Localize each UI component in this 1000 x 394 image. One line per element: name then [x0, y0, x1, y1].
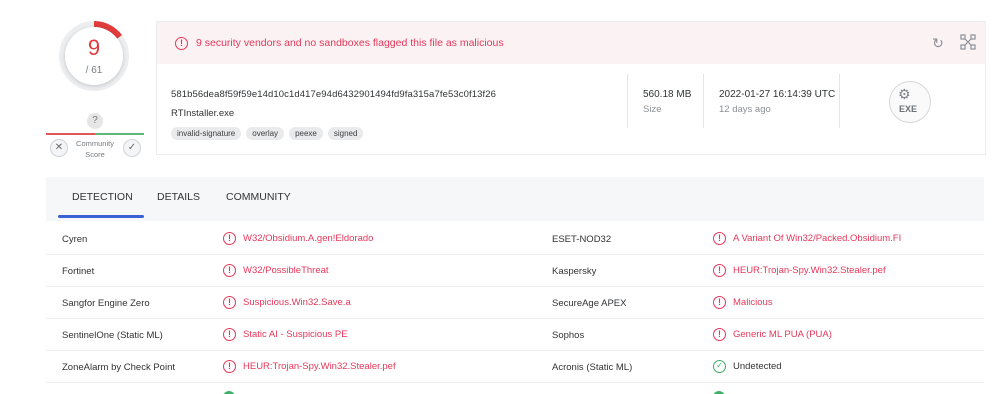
vendor-name: Acronis (Static ML)	[552, 362, 633, 373]
divider	[703, 74, 704, 128]
divider	[839, 74, 840, 128]
tab-details[interactable]: DETAILS	[157, 191, 200, 203]
detection-result: ! Static AI - Suspicious PE	[223, 328, 348, 341]
analysis-date-value: 2022-01-27 16:14:39 UTC	[719, 89, 836, 100]
similar-files-button[interactable]	[959, 34, 977, 52]
alert-circle-icon: !	[223, 264, 236, 277]
detection-label: Malicious	[733, 297, 773, 308]
vendor-name: Sangfor Engine Zero	[62, 298, 150, 309]
vendor-name: Sophos	[552, 330, 585, 341]
alert-circle-icon: !	[223, 328, 236, 341]
detection-label: Suspicious.Win32.Save.a	[243, 297, 351, 308]
alert-circle-icon: !	[223, 360, 236, 373]
table-row: Cyren! W32/Obsidium.A.gen!Eldorado ESET-NO…	[46, 223, 984, 255]
detection-result: ! HEUR:Trojan-Spy.Win32.Stealer.pef	[223, 360, 396, 373]
gears-icon: ⚙	[898, 86, 911, 102]
check-icon: ✓	[127, 142, 137, 153]
vote-malicious-button[interactable]: ✕	[50, 139, 68, 157]
alert-circle-icon: !	[223, 296, 236, 309]
vendor-name: SecureAge APEX	[552, 298, 627, 309]
vendor-name: SentinelOne (Static ML)	[62, 330, 163, 341]
active-tab-indicator	[58, 215, 144, 218]
alert-circle-icon: !	[713, 328, 726, 341]
vendor-name: Kaspersky	[552, 266, 597, 277]
reanalyze-button[interactable]: ↻	[929, 34, 947, 52]
file-tag[interactable]: signed	[327, 127, 364, 140]
detection-score-gauge: 9 / 61	[58, 20, 130, 92]
check-circle-icon: ✓	[713, 360, 726, 373]
divider	[627, 74, 628, 128]
file-size-label: Size	[643, 104, 662, 115]
detection-result: ! A Variant Of Win32/Packed.Obsidium.FI	[713, 232, 901, 245]
alert-circle-icon: !	[713, 264, 726, 277]
detection-table: Cyren! W32/Obsidium.A.gen!Eldorado ESET-NO…	[46, 223, 984, 383]
file-summary-card: ! 9 security vendors and no sandboxes fl…	[156, 21, 986, 155]
detection-result: ✓ Undetected	[713, 360, 782, 373]
file-name: RTInstaller.exe	[171, 108, 235, 119]
file-tag[interactable]: invalid-signature	[171, 127, 242, 140]
table-row: ZoneAlarm by Check Point! HEUR:Trojan-Spy…	[46, 351, 984, 383]
analysis-date-relative: 12 days ago	[719, 104, 771, 115]
vendor-name: Cyren	[62, 234, 88, 245]
detection-label: HEUR:Trojan-Spy.Win32.Stealer.pef	[243, 361, 396, 372]
vendor-name: Fortinet	[62, 266, 95, 277]
community-negative-bar	[46, 133, 95, 135]
community-positive-bar	[95, 133, 144, 135]
file-info: 581b56dea8f59f59e14d10c1d417e94d64329014…	[157, 64, 985, 154]
tab-detection[interactable]: DETECTION	[72, 191, 133, 203]
alert-message: 9 security vendors and no sandboxes flag…	[196, 37, 504, 49]
detection-label: A Variant Of Win32/Packed.Obsidium.FI	[733, 233, 902, 244]
close-icon: ✕	[54, 142, 64, 153]
vendor-name: ESET-NOD32	[552, 234, 612, 245]
malicious-alert-bar: ! 9 security vendors and no sandboxes fl…	[157, 22, 985, 64]
detection-result: ! W32/PossibleThreat	[223, 264, 329, 277]
file-type-icon: ⚙ EXE	[889, 81, 931, 123]
detection-label: Undetected	[733, 361, 782, 372]
detection-result: ! Malicious	[713, 296, 773, 309]
detection-count: 9	[87, 34, 101, 60]
detection-result: ! Suspicious.Win32.Save.a	[223, 296, 351, 309]
detection-label: Static AI - Suspicious PE	[243, 329, 348, 340]
vendor-name: ZoneAlarm by Check Point	[62, 362, 175, 373]
file-tag[interactable]: peexe	[289, 127, 323, 140]
table-row: Fortinet! W32/PossibleThreat Kaspersky! HEU…	[46, 255, 984, 287]
vote-harmless-button[interactable]: ✓	[123, 139, 141, 157]
community-unknown-badge: ?	[87, 113, 103, 129]
refresh-icon: ↻	[932, 35, 944, 51]
alert-circle-icon: !	[713, 296, 726, 309]
detection-result: ! HEUR:Trojan-Spy.Win32.Stealer.pef	[713, 264, 886, 277]
community-score-bar	[46, 133, 144, 135]
community-score-label: Community Score	[76, 139, 114, 159]
file-hash[interactable]: 581b56dea8f59f59e14d10c1d417e94d64329014…	[171, 89, 496, 100]
alert-circle-icon: !	[713, 232, 726, 245]
table-row: SentinelOne (Static ML)! Static AI - Susp…	[46, 319, 984, 351]
detection-label: W32/PossibleThreat	[243, 265, 329, 276]
alert-circle-icon: !	[175, 36, 188, 50]
detection-label: HEUR:Trojan-Spy.Win32.Stealer.pef	[733, 265, 886, 276]
detection-result: ! Generic ML PUA (PUA)	[713, 328, 832, 341]
tab-community[interactable]: COMMUNITY	[226, 191, 291, 203]
engine-total: / 61	[85, 64, 103, 76]
report-tabs: DETECTION DETAILS COMMUNITY	[46, 177, 984, 221]
file-tags: invalid-signature overlay peexe signed	[171, 127, 364, 140]
detection-label: W32/Obsidium.A.gen!Eldorado	[243, 233, 374, 244]
graph-expand-icon	[960, 34, 976, 50]
file-size-value: 560.18 MB	[643, 89, 692, 100]
detection-label: Generic ML PUA (PUA)	[733, 329, 832, 340]
table-row: Sangfor Engine Zero! Suspicious.Win32.Sav…	[46, 287, 984, 319]
file-type-label: EXE	[899, 104, 918, 114]
detection-result: ! W32/Obsidium.A.gen!Eldorado	[223, 232, 373, 245]
alert-circle-icon: !	[223, 232, 236, 245]
gauge-center: 9 / 61	[65, 27, 123, 85]
file-tag[interactable]: overlay	[246, 127, 285, 140]
